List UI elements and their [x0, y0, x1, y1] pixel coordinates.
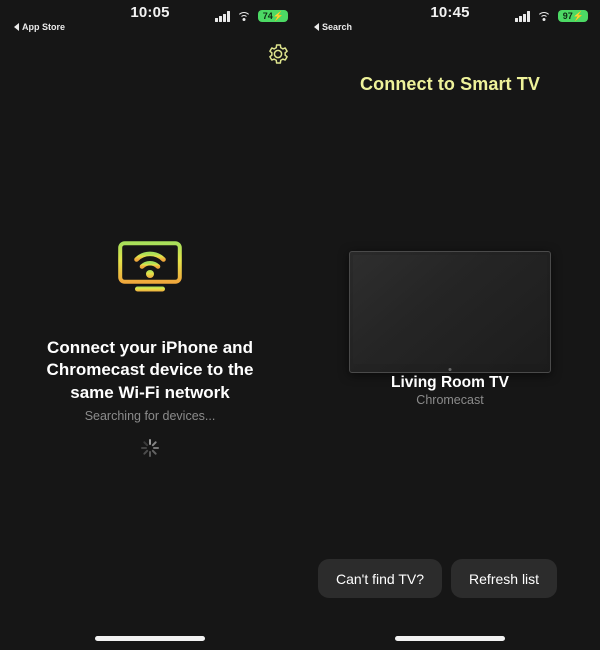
- cast-tv-wifi-icon: [118, 241, 182, 295]
- status-indicators-left: 74 ⚡: [215, 10, 288, 22]
- battery-level-left: 74: [262, 10, 273, 21]
- tv-screen: [353, 255, 547, 364]
- tv-bezel: [349, 251, 551, 373]
- status-back-link-left[interactable]: App Store: [14, 22, 65, 32]
- wifi-icon: [536, 11, 551, 22]
- page-title: Connect to Smart TV: [360, 74, 540, 94]
- cant-find-tv-button[interactable]: Can't find TV?: [318, 559, 443, 598]
- searching-status-text: Searching for devices...: [84, 409, 216, 423]
- wifi-icon: [236, 11, 251, 22]
- device-name: Living Room TV: [391, 374, 509, 391]
- status-indicators-right: 97 ⚡: [515, 10, 588, 22]
- action-button-row: Can't find TV? Refresh list: [318, 559, 558, 598]
- battery-badge-left: 74 ⚡: [257, 10, 288, 22]
- device-type: Chromecast: [416, 393, 484, 407]
- back-arrow-icon: [314, 23, 319, 31]
- battery-badge-right: 97 ⚡: [557, 10, 588, 22]
- home-indicator-right[interactable]: [395, 636, 505, 641]
- battery-level-right: 97: [562, 10, 573, 21]
- gear-icon: [269, 44, 288, 64]
- cellular-signal-icon: [515, 10, 530, 22]
- settings-button[interactable]: [266, 42, 290, 66]
- refresh-list-button[interactable]: Refresh list: [451, 559, 558, 598]
- back-arrow-icon: [14, 23, 19, 31]
- cast-tv-wifi-glyph: [118, 241, 182, 292]
- loading-spinner-icon: [140, 438, 160, 458]
- charging-bolt-icon: ⚡: [272, 10, 284, 21]
- cellular-signal-icon: [215, 10, 230, 22]
- charging-bolt-icon: ⚡: [572, 10, 584, 21]
- status-bar-right: 10:45 Search 97 ⚡: [300, 0, 600, 40]
- tv-indicator-dot: [448, 367, 452, 371]
- status-back-label-right: Search: [322, 22, 353, 32]
- home-indicator-left[interactable]: [95, 636, 205, 641]
- status-back-label-left: App Store: [22, 22, 66, 32]
- split-screen-container: 10:05 App Store 74 ⚡ 10:45 Search 97 ⚡ C…: [0, 0, 600, 650]
- tv-thumbnail[interactable]: [349, 251, 551, 373]
- status-bar-left: 10:05 App Store 74 ⚡: [0, 0, 300, 40]
- connect-instructions-heading: Connect your iPhone and Chromecast devic…: [46, 338, 254, 402]
- status-back-link-right[interactable]: Search: [314, 22, 352, 32]
